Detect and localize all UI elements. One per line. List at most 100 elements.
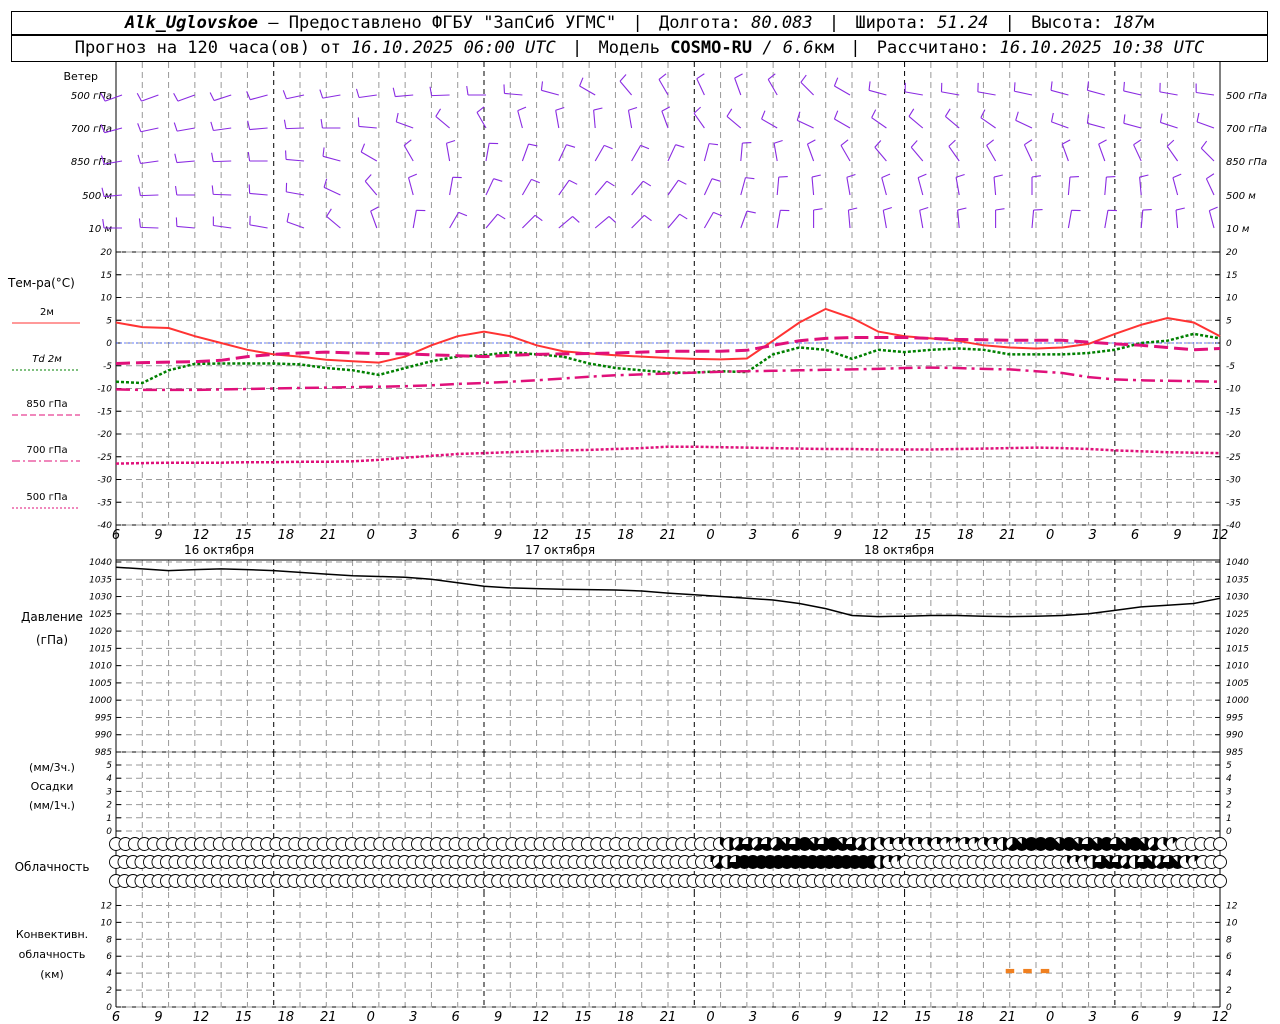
- wind-barb: [703, 211, 722, 229]
- wind-barb: [1086, 81, 1105, 96]
- wind-barb: [593, 107, 603, 129]
- x-tick-label-bottom: 0: [367, 1010, 375, 1024]
- wind-barb: [806, 139, 816, 162]
- wind-barb: [740, 177, 755, 196]
- date-label: 17 октября: [525, 543, 595, 557]
- precip-tick-label: 5: [106, 761, 112, 771]
- x-tick-label-bottom: 9: [154, 1010, 162, 1024]
- wind-barb-feather: [1209, 206, 1218, 212]
- wind-barb-feather: [807, 139, 816, 145]
- wind-barb-feather: [813, 208, 823, 211]
- pressure-tick-label: 1005: [1226, 679, 1249, 689]
- temp-tick-label: 20: [101, 248, 113, 258]
- wind-barb-shaft: [504, 92, 523, 96]
- wind-barb: [813, 208, 823, 228]
- wind-barb-shaft: [594, 216, 610, 229]
- wind-barb-feather: [745, 177, 755, 180]
- wind-barb-shaft: [776, 210, 781, 229]
- wind-barb-feather: [138, 186, 141, 196]
- wind-barb-shaft: [213, 193, 232, 196]
- convective-tick-label: 6: [1226, 952, 1232, 962]
- wind-barb-shaft: [1067, 210, 1073, 229]
- precip-tick-label: 0: [106, 827, 112, 837]
- wind-barb: [868, 81, 887, 96]
- x-tick-label-bottom: 6: [112, 1010, 120, 1024]
- wind-barb-feather: [696, 73, 705, 80]
- wind-barb-shaft: [740, 143, 743, 162]
- temp-tick-label: -15: [1226, 407, 1241, 417]
- temp-series-2: [115, 336, 1221, 365]
- wind-barb-shaft: [773, 143, 778, 162]
- wind-barb-feather: [360, 143, 366, 153]
- wind-barb: [285, 150, 305, 162]
- wind-barb-shaft: [1172, 177, 1179, 196]
- temp-legend-label: 700 гПа: [26, 445, 67, 456]
- wind-barb: [1196, 112, 1215, 129]
- wind-barb: [1067, 176, 1079, 196]
- wind-barb-feather: [319, 89, 324, 99]
- pressure-tick-label: 1005: [89, 679, 112, 689]
- wind-barb-shaft: [904, 91, 923, 96]
- x-tick-label: 12: [872, 528, 889, 543]
- wind-barb-feather: [1015, 111, 1019, 121]
- wind-barb-feather: [603, 144, 613, 150]
- wind-barb-feather: [773, 139, 783, 144]
- wind-barb-shaft: [734, 77, 742, 96]
- wind-barb-feather: [658, 73, 667, 80]
- wind-barb-feather: [1098, 139, 1107, 145]
- convective-tick-label: 0: [1226, 1003, 1232, 1013]
- precip-unit-3h: (мм/3ч.): [29, 761, 75, 774]
- wind-barb: [360, 143, 378, 162]
- wind-barb: [175, 217, 195, 229]
- wind-barb-feather: [679, 213, 688, 220]
- x-tick-label: 15: [235, 528, 252, 543]
- wind-barb-feather: [593, 107, 603, 111]
- wind-barb-shaft: [1087, 122, 1105, 129]
- wind-barb-feather: [711, 178, 721, 182]
- wind-barb-shaft: [176, 225, 195, 229]
- wind-barb-shaft: [811, 177, 815, 196]
- wind-barb-shaft: [806, 143, 815, 162]
- wind-barb-feather: [1086, 81, 1090, 91]
- wind-barb-shaft: [408, 177, 414, 196]
- convective-tick-label: 8: [106, 935, 112, 945]
- wind-barb: [726, 108, 742, 129]
- wind-barb: [246, 91, 268, 101]
- temp-legend-label: Td 2м: [32, 354, 62, 365]
- wind-barb: [579, 77, 596, 96]
- wind-barb: [594, 144, 613, 162]
- x-tick-label-bottom: 6: [452, 1010, 460, 1024]
- pressure-tick-label: 1000: [1226, 696, 1249, 706]
- wind-barb-shaft: [370, 210, 378, 229]
- wind-barb-shaft: [579, 85, 596, 96]
- wind-barb-shaft: [661, 110, 669, 129]
- wind-barb-shaft: [360, 151, 378, 162]
- wind-barb: [740, 142, 752, 162]
- wind-barb: [627, 106, 638, 129]
- x-tick-label: 18: [957, 528, 974, 543]
- precip-title: Осадки: [31, 780, 74, 793]
- wind-barb-shaft: [286, 94, 305, 100]
- wind-barb: [693, 106, 705, 129]
- wind-barb: [740, 210, 756, 229]
- cloud-symbol: [1213, 855, 1227, 869]
- temp-tick-label: -20: [1226, 430, 1241, 440]
- wind-barb-feather: [1061, 139, 1071, 145]
- wind-barb: [285, 182, 305, 196]
- wind-barb: [412, 209, 426, 229]
- wind-barb-shaft: [800, 81, 814, 96]
- wind-barb-feather: [209, 92, 215, 101]
- x-tick-label-bottom: 18: [957, 1010, 974, 1024]
- wind-barb-shaft: [834, 85, 851, 96]
- temp-tick-label: -35: [97, 498, 112, 508]
- wind-barb-feather: [881, 173, 891, 179]
- wind-barb-feather: [1200, 140, 1208, 149]
- wind-barb-feather: [1166, 139, 1175, 147]
- wind-barb: [910, 140, 924, 162]
- precip-tick-label: 4: [1226, 774, 1232, 784]
- wind-barb: [558, 179, 578, 196]
- x-tick-label-bottom: 3: [749, 1010, 757, 1024]
- wind-barb-shaft: [286, 158, 305, 162]
- x-tick-label-bottom: 15: [914, 1010, 931, 1024]
- wind-barb-shaft: [176, 127, 195, 132]
